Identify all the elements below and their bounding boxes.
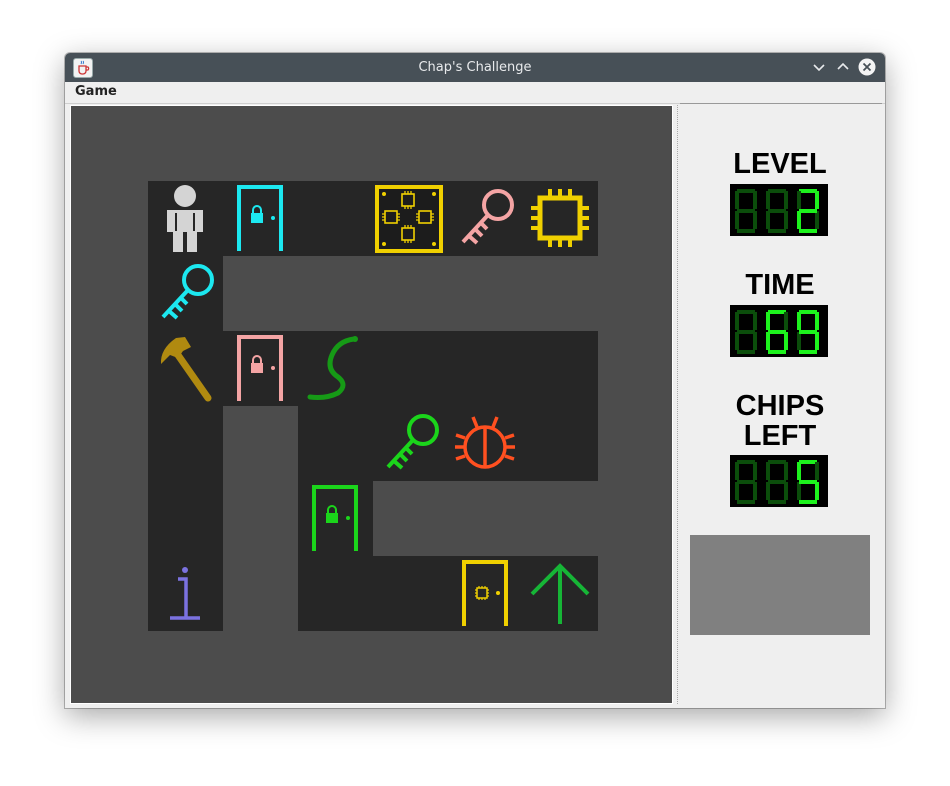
game-board[interactable] bbox=[73, 106, 671, 703]
yellow-exit-door-icon bbox=[462, 560, 508, 626]
tile-treasure-chip bbox=[523, 181, 598, 256]
chap-player-icon bbox=[167, 185, 203, 252]
lcd-digit bbox=[766, 189, 788, 233]
tile-floor bbox=[448, 331, 523, 406]
hammer-icon bbox=[160, 337, 212, 402]
info-icon bbox=[170, 567, 200, 620]
tile-floor bbox=[298, 406, 373, 481]
tile-hammer bbox=[148, 331, 223, 406]
tile-green-up-arrow bbox=[523, 556, 598, 631]
lcd-digit bbox=[766, 460, 788, 504]
tile-cyan-key bbox=[148, 256, 223, 331]
tile-red-bug bbox=[448, 406, 523, 481]
tile-floor bbox=[148, 406, 223, 481]
pink-key-icon bbox=[461, 189, 514, 245]
tile-chip-socket bbox=[373, 181, 448, 256]
pink-locked-door-icon bbox=[237, 335, 283, 401]
window-title: Chap's Challenge bbox=[418, 60, 532, 75]
chips-left-digits bbox=[735, 460, 819, 504]
cyan-key-icon bbox=[161, 264, 214, 320]
tile-yellow-exit-door bbox=[448, 556, 523, 631]
chips-label-line1: CHIPS bbox=[735, 390, 825, 422]
board-frame bbox=[70, 105, 673, 704]
game-window: Chap's Challenge Game LEVEL TIME CHIPS L… bbox=[65, 53, 885, 708]
lcd-digit bbox=[797, 189, 819, 233]
tile-floor bbox=[148, 481, 223, 556]
tile-info bbox=[148, 556, 223, 631]
lcd-digit bbox=[797, 460, 819, 504]
tile-floor bbox=[298, 181, 373, 256]
chips-label-line2: LEFT bbox=[743, 420, 817, 452]
chip-socket-icon bbox=[375, 185, 443, 253]
time-display bbox=[730, 305, 828, 357]
green-locked-door-icon bbox=[312, 485, 358, 551]
green-up-arrow-icon bbox=[530, 563, 590, 624]
level-label: LEVEL bbox=[733, 148, 827, 180]
level-display bbox=[730, 184, 828, 236]
tile-pink-locked-door bbox=[223, 331, 298, 406]
chips-left-display bbox=[730, 455, 828, 507]
status-panel: LEVEL TIME CHIPS LEFT bbox=[680, 103, 882, 704]
time-label: TIME bbox=[745, 269, 815, 301]
lcd-digit bbox=[735, 460, 757, 504]
tile-pink-key bbox=[448, 181, 523, 256]
tile-green-locked-door bbox=[298, 481, 373, 556]
treasure-chip-icon bbox=[531, 189, 589, 247]
tile-floor bbox=[523, 331, 598, 406]
lcd-digit bbox=[735, 189, 757, 233]
green-key-icon bbox=[386, 414, 439, 470]
lcd-digit bbox=[735, 310, 757, 354]
time-digits bbox=[735, 310, 819, 354]
menu-bar: Game bbox=[65, 82, 885, 104]
green-snake-icon bbox=[307, 336, 358, 400]
level-digits bbox=[735, 189, 819, 233]
tile-floor bbox=[373, 331, 448, 406]
tile-green-snake bbox=[298, 331, 373, 406]
tile-floor bbox=[373, 556, 448, 631]
lcd-digit bbox=[797, 310, 819, 354]
minimize-icon[interactable] bbox=[810, 58, 828, 76]
tile-green-key bbox=[373, 406, 448, 481]
title-bar: Chap's Challenge bbox=[65, 53, 885, 82]
tile-floor bbox=[523, 406, 598, 481]
cyan-locked-door-icon bbox=[237, 185, 283, 251]
red-bug-icon bbox=[455, 416, 515, 469]
tile-chap-player bbox=[148, 181, 223, 256]
tile-cyan-locked-door bbox=[223, 181, 298, 256]
lcd-digit bbox=[766, 310, 788, 354]
hint-box bbox=[690, 535, 870, 635]
close-icon[interactable] bbox=[858, 58, 876, 76]
tile-floor bbox=[298, 556, 373, 631]
maximize-icon[interactable] bbox=[834, 58, 852, 76]
menu-game[interactable]: Game bbox=[75, 84, 117, 99]
